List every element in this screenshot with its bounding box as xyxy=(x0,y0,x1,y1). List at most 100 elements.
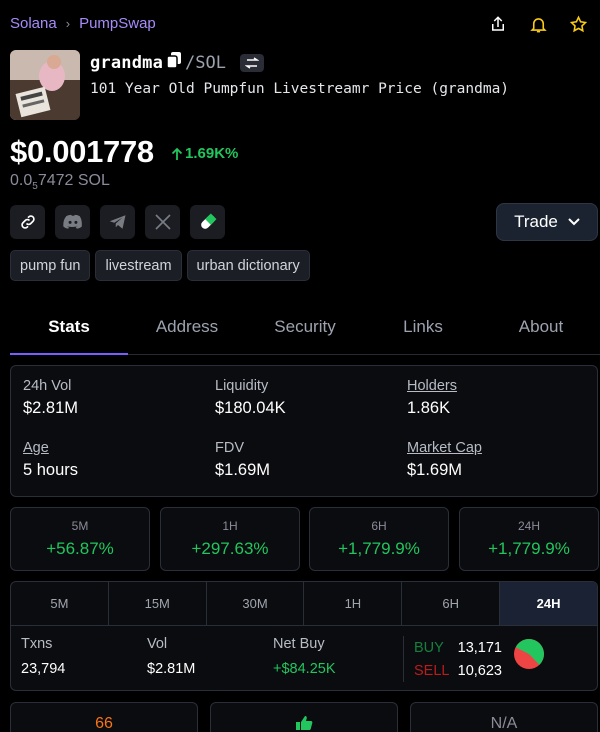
price-sol: 0.057472 SOL xyxy=(10,172,110,192)
period-30m[interactable]: 30M xyxy=(207,582,305,625)
swap-pair-button[interactable] xyxy=(240,53,264,72)
x-icon xyxy=(154,214,171,230)
pill-link-button[interactable] xyxy=(190,205,225,239)
divider xyxy=(403,636,404,682)
price-sol-rest: 7472 SOL xyxy=(37,172,110,189)
stat-liquidity: Liquidity $180.04K xyxy=(215,378,286,418)
price-usd: $0.001778 xyxy=(10,134,154,169)
trade-label: Trade xyxy=(514,212,558,231)
change-6h-card[interactable]: 6H +1,779.9% xyxy=(309,507,449,571)
score-value: 66 xyxy=(95,715,113,732)
share-icon[interactable] xyxy=(488,14,508,34)
sell-value: 10,623 xyxy=(457,663,502,679)
stat-value: $1.69M xyxy=(407,461,463,479)
change-24h-card[interactable]: 24H +1,779.9% xyxy=(459,507,599,571)
change-label: 24H xyxy=(517,519,540,533)
telegram-icon xyxy=(109,215,125,229)
change-value: +1,779.9% xyxy=(338,539,420,558)
txn-value: 23,794 xyxy=(21,661,66,677)
token-name: grandma xyxy=(90,52,164,73)
stat-value: 5 hours xyxy=(23,461,79,479)
tag-item[interactable]: pump fun xyxy=(10,250,91,281)
pill-icon xyxy=(200,213,216,229)
bell-icon[interactable] xyxy=(528,14,548,34)
period-24h[interactable]: 24H xyxy=(500,582,597,625)
breadcrumb-separator: › xyxy=(65,16,71,31)
tag-list: pump fun livestream urban dictionary xyxy=(10,250,310,281)
na-value: N/A xyxy=(490,715,518,732)
token-pair: /SOL xyxy=(185,52,226,73)
buy-label: BUY xyxy=(414,640,444,656)
buy-value: 13,171 xyxy=(457,640,502,656)
change-label: 1H xyxy=(222,519,238,533)
arrow-up-icon xyxy=(171,147,183,160)
social-links xyxy=(10,205,225,239)
period-1h[interactable]: 1H xyxy=(304,582,403,625)
txn-label: Vol xyxy=(147,636,168,652)
copy-icon[interactable] xyxy=(166,52,182,73)
middle-card xyxy=(210,702,398,732)
period-5m[interactable]: 5M xyxy=(11,582,109,625)
tag-item[interactable]: urban dictionary xyxy=(186,250,310,281)
stat-market-cap: Market Cap $1.69M xyxy=(407,440,482,480)
change-value: +56.87% xyxy=(46,539,114,558)
chevron-down-icon xyxy=(568,218,580,226)
stat-fdv: FDV $1.69M xyxy=(215,440,270,480)
price-change: 1.69K% xyxy=(171,145,238,162)
stat-value: 1.86K xyxy=(407,399,451,417)
txn-stats-row: Txns 23,794 Vol $2.81M Net Buy +$84.25K … xyxy=(11,626,597,690)
txn-label: Txns xyxy=(21,636,53,652)
buy-sell-pie xyxy=(514,639,544,669)
txn-volume: Vol $2.81M xyxy=(147,636,195,677)
tag-item[interactable]: livestream xyxy=(95,250,182,281)
x-twitter-link-button[interactable] xyxy=(145,205,180,239)
swap-icon xyxy=(245,56,259,69)
tab-about[interactable]: About xyxy=(482,300,600,354)
tab-security[interactable]: Security xyxy=(246,300,364,354)
breadcrumb-chain[interactable]: Solana xyxy=(10,15,57,32)
tab-links[interactable]: Links xyxy=(364,300,482,354)
discord-link-button[interactable] xyxy=(55,205,90,239)
star-icon[interactable] xyxy=(568,14,588,34)
na-card: N/A xyxy=(410,702,598,732)
breadcrumb-dex[interactable]: PumpSwap xyxy=(79,15,156,32)
age-link[interactable]: Age xyxy=(23,440,78,456)
txn-label: Net Buy xyxy=(273,636,325,652)
change-value: +297.63% xyxy=(191,539,269,558)
change-value: +1,779.9% xyxy=(488,539,570,558)
period-stats-card: 5M 15M 30M 1H 6H 24H Txns 23,794 Vol $2.… xyxy=(10,581,598,691)
period-15m[interactable]: 15M xyxy=(109,582,207,625)
stat-value: $180.04K xyxy=(215,399,286,417)
market-cap-link[interactable]: Market Cap xyxy=(407,440,482,456)
discord-icon xyxy=(62,214,82,229)
price-sol-prefix: 0.0 xyxy=(10,172,33,189)
header-actions xyxy=(488,14,588,34)
txn-count: Txns 23,794 xyxy=(21,636,65,677)
stat-24h-vol: 24h Vol $2.81M xyxy=(23,378,78,418)
trade-dropdown-button[interactable]: Trade xyxy=(496,203,598,241)
score-card: 66 xyxy=(10,702,198,732)
thumbs-up-icon xyxy=(295,715,313,732)
link-icon xyxy=(20,215,35,229)
stat-label: 24h Vol xyxy=(23,378,72,394)
period-selector: 5M 15M 30M 1H 6H 24H xyxy=(11,582,597,626)
change-1h-card[interactable]: 1H +297.63% xyxy=(160,507,300,571)
token-avatar xyxy=(10,50,80,120)
tab-stats[interactable]: Stats xyxy=(10,300,128,355)
stat-age: Age 5 hours xyxy=(23,440,78,480)
telegram-link-button[interactable] xyxy=(100,205,135,239)
website-link-button[interactable] xyxy=(10,205,45,239)
sell-label: SELL xyxy=(414,663,450,679)
change-label: 6H xyxy=(371,519,387,533)
stat-label: FDV xyxy=(215,440,244,456)
token-full-name: 101 Year Old Pumpfun Livestreamr Price (… xyxy=(90,81,510,97)
period-6h[interactable]: 6H xyxy=(402,582,501,625)
tab-address[interactable]: Address xyxy=(128,300,246,354)
holders-link[interactable]: Holders xyxy=(407,378,457,394)
price-change-value: 1.69K% xyxy=(185,145,239,162)
stats-card: 24h Vol $2.81M Liquidity $180.04K Holder… xyxy=(10,365,598,497)
buy-count: BUY 13,171 xyxy=(414,640,502,656)
stat-value: $2.81M xyxy=(23,399,79,417)
change-5m-card[interactable]: 5M +56.87% xyxy=(10,507,150,571)
stat-value: $1.69M xyxy=(215,461,271,479)
